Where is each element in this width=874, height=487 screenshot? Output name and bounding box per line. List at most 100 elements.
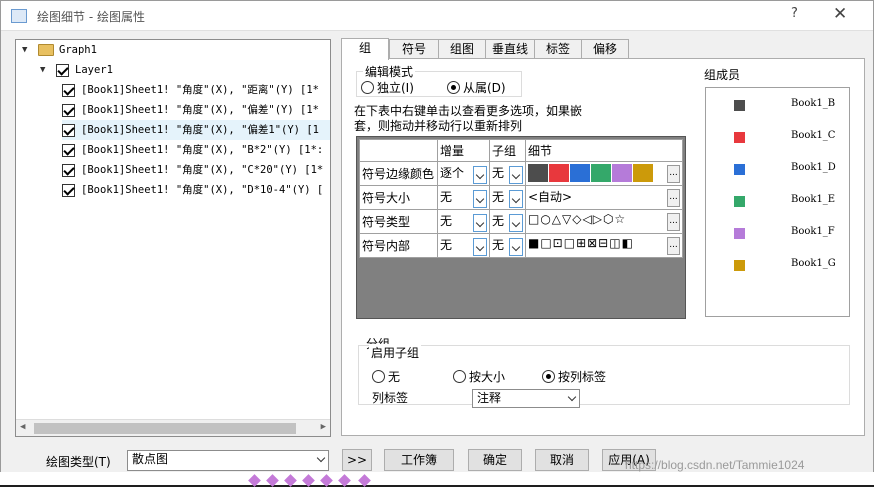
dropdown-icon[interactable] xyxy=(473,213,487,232)
column-label-select[interactable]: 注释 xyxy=(472,389,580,408)
member-item[interactable]: Book1_D xyxy=(706,162,846,176)
detail-cell[interactable]: <自动>... xyxy=(525,185,683,210)
scroll-left-icon[interactable]: ◀ xyxy=(20,422,25,432)
detail-cell[interactable]: ■□⊡□⊞⊠⊟◫◧... xyxy=(525,233,683,258)
scroll-right-icon[interactable]: ▶ xyxy=(321,422,326,432)
hint-text: 在下表中右键单击以查看更多选项，如果嵌套，则拖动并移动行以重新排列 xyxy=(354,104,583,133)
radio-label: 独立(I) xyxy=(377,81,414,95)
tree-item[interactable]: [Book1]Sheet1! "角度"(X), "C*20"(Y) [1* xyxy=(62,160,330,180)
member-item[interactable]: Book1_B xyxy=(706,98,846,112)
member-item[interactable]: Book1_F xyxy=(706,226,846,240)
member-item[interactable]: Book1_G xyxy=(706,258,846,272)
col-header-subgroup: 子组 xyxy=(489,139,526,162)
member-name: Book1_E xyxy=(791,194,836,205)
subgroup-cell[interactable]: 无 xyxy=(489,233,526,258)
member-color xyxy=(734,260,745,271)
checkbox[interactable] xyxy=(62,183,75,197)
symbol-shapes: □○△▽◇◁▷⬡☆ xyxy=(528,212,627,226)
tree-item[interactable]: [Book1]Sheet1! "角度"(X), "距离"(Y) [1* xyxy=(62,80,330,100)
member-name: Book1_D xyxy=(791,162,836,173)
dropdown-icon[interactable] xyxy=(473,189,487,208)
checkbox[interactable] xyxy=(62,123,75,137)
increment-value: 逐个 xyxy=(440,165,465,180)
row-name: 符号边缘颜色 xyxy=(359,161,438,186)
color-swatch xyxy=(612,164,633,182)
more-button[interactable]: ... xyxy=(667,237,680,255)
color-swatch xyxy=(591,164,612,182)
cancel-button[interactable]: 取消 xyxy=(535,449,589,471)
radio-label: 按大小 xyxy=(469,370,506,384)
horizontal-scrollbar[interactable]: ◀ ▶ xyxy=(16,419,330,436)
edit-mode-group: 编辑模式 独立(I) 从属(D) xyxy=(356,63,522,97)
tab-group-plot[interactable]: 组图 xyxy=(438,39,486,60)
scroll-thumb[interactable] xyxy=(34,423,296,434)
subgroup-cell[interactable]: 无 xyxy=(489,161,526,186)
grid-corner xyxy=(359,139,438,162)
subgroup-by-size-radio[interactable]: 按大小 xyxy=(453,368,505,385)
increment-cell[interactable]: 无 xyxy=(437,233,490,258)
dropdown-icon[interactable] xyxy=(509,213,523,232)
subgroup-none-radio[interactable]: 无 xyxy=(372,368,400,385)
tree-node-graph[interactable]: ▼ Graph1 xyxy=(22,40,97,60)
tab-drop-lines[interactable]: 垂直线 xyxy=(485,39,535,60)
subgroup-value: 无 xyxy=(492,213,505,228)
tree-item[interactable]: [Book1]Sheet1! "角度"(X), "B*2"(Y) [1*: xyxy=(62,140,330,160)
increment-value: 无 xyxy=(440,189,453,204)
independent-radio[interactable]: 独立(I) xyxy=(361,79,414,96)
dropdown-icon[interactable] xyxy=(509,237,523,256)
checkbox[interactable] xyxy=(62,163,75,177)
increment-cell[interactable]: 无 xyxy=(437,209,490,234)
workbook-button[interactable]: 工作簿 xyxy=(384,449,454,471)
collapse-arrow-icon[interactable]: ▼ xyxy=(22,40,32,60)
dropdown-icon[interactable] xyxy=(473,165,487,184)
help-button[interactable]: ? xyxy=(791,6,798,21)
grid-row[interactable]: 符号大小 无 无 <自动>... xyxy=(359,185,683,210)
grid-row[interactable]: 符号类型 无 无 □○△▽◇◁▷⬡☆... xyxy=(359,209,683,234)
member-name: Book1_F xyxy=(791,226,835,237)
color-swatch xyxy=(528,164,549,182)
checkbox[interactable] xyxy=(62,143,75,157)
collapse-arrow-icon[interactable]: ▼ xyxy=(40,60,50,80)
member-name: Book1_G xyxy=(791,258,836,269)
dropdown-icon[interactable] xyxy=(509,165,523,184)
subgroup-legend: 启用子组 xyxy=(369,344,422,361)
ok-button[interactable]: 确定 xyxy=(468,449,522,471)
subgroup-cell[interactable]: 无 xyxy=(489,185,526,210)
member-item[interactable]: Book1_C xyxy=(706,130,846,144)
more-button[interactable]: ... xyxy=(667,189,680,207)
tree-item[interactable]: [Book1]Sheet1! "角度"(X), "D*10-4"(Y) [ xyxy=(62,180,330,200)
tree-item-selected[interactable]: [Book1]Sheet1! "角度"(X), "偏差1"(Y) [1 xyxy=(62,120,330,140)
dependent-radio[interactable]: 从属(D) xyxy=(447,79,506,96)
dropdown-icon[interactable] xyxy=(473,237,487,256)
checkbox[interactable] xyxy=(62,83,75,97)
dropdown-icon[interactable] xyxy=(509,189,523,208)
grid-row[interactable]: 符号边缘颜色 逐个 无 ... xyxy=(359,161,683,186)
increment-cell[interactable]: 无 xyxy=(437,185,490,210)
checkbox[interactable] xyxy=(56,63,69,77)
close-button[interactable]: ✕ xyxy=(833,4,847,24)
tree-item[interactable]: [Book1]Sheet1! "角度"(X), "偏差"(Y) [1* xyxy=(62,100,330,120)
watermark-text: https://blog.csdn.net/Tammie1024 xyxy=(625,458,805,472)
more-button[interactable]: ... xyxy=(667,165,680,183)
more-button[interactable]: ... xyxy=(667,213,680,231)
detail-cell[interactable]: ... xyxy=(525,161,683,186)
color-list[interactable] xyxy=(528,164,654,182)
tab-labels[interactable]: 标签 xyxy=(534,39,582,60)
member-color xyxy=(734,164,745,175)
tree-node-layer[interactable]: ▼ Layer1 xyxy=(40,60,113,80)
increment-cell[interactable]: 逐个 xyxy=(437,161,490,186)
interior-shapes: ■□⊡□⊞⊠⊟◫◧ xyxy=(528,236,634,250)
subgroup-by-label-radio[interactable]: 按列标签 xyxy=(542,368,606,385)
detail-cell[interactable]: □○△▽◇◁▷⬡☆... xyxy=(525,209,683,234)
grid-row[interactable]: 符号内部 无 无 ■□⊡□⊞⊠⊟◫◧... xyxy=(359,233,683,258)
window-title: 绘图细节 - 绘图属性 xyxy=(37,10,145,24)
tab-group[interactable]: 组 xyxy=(341,38,389,60)
tab-offset[interactable]: 偏移 xyxy=(581,39,629,60)
checkbox[interactable] xyxy=(62,103,75,117)
plot-type-select[interactable]: 散点图 xyxy=(127,450,329,471)
color-swatch xyxy=(633,164,654,182)
subgroup-cell[interactable]: 无 xyxy=(489,209,526,234)
expand-button[interactable]: >> xyxy=(342,449,372,471)
member-item[interactable]: Book1_E xyxy=(706,194,846,208)
tab-symbol[interactable]: 符号 xyxy=(389,39,439,60)
